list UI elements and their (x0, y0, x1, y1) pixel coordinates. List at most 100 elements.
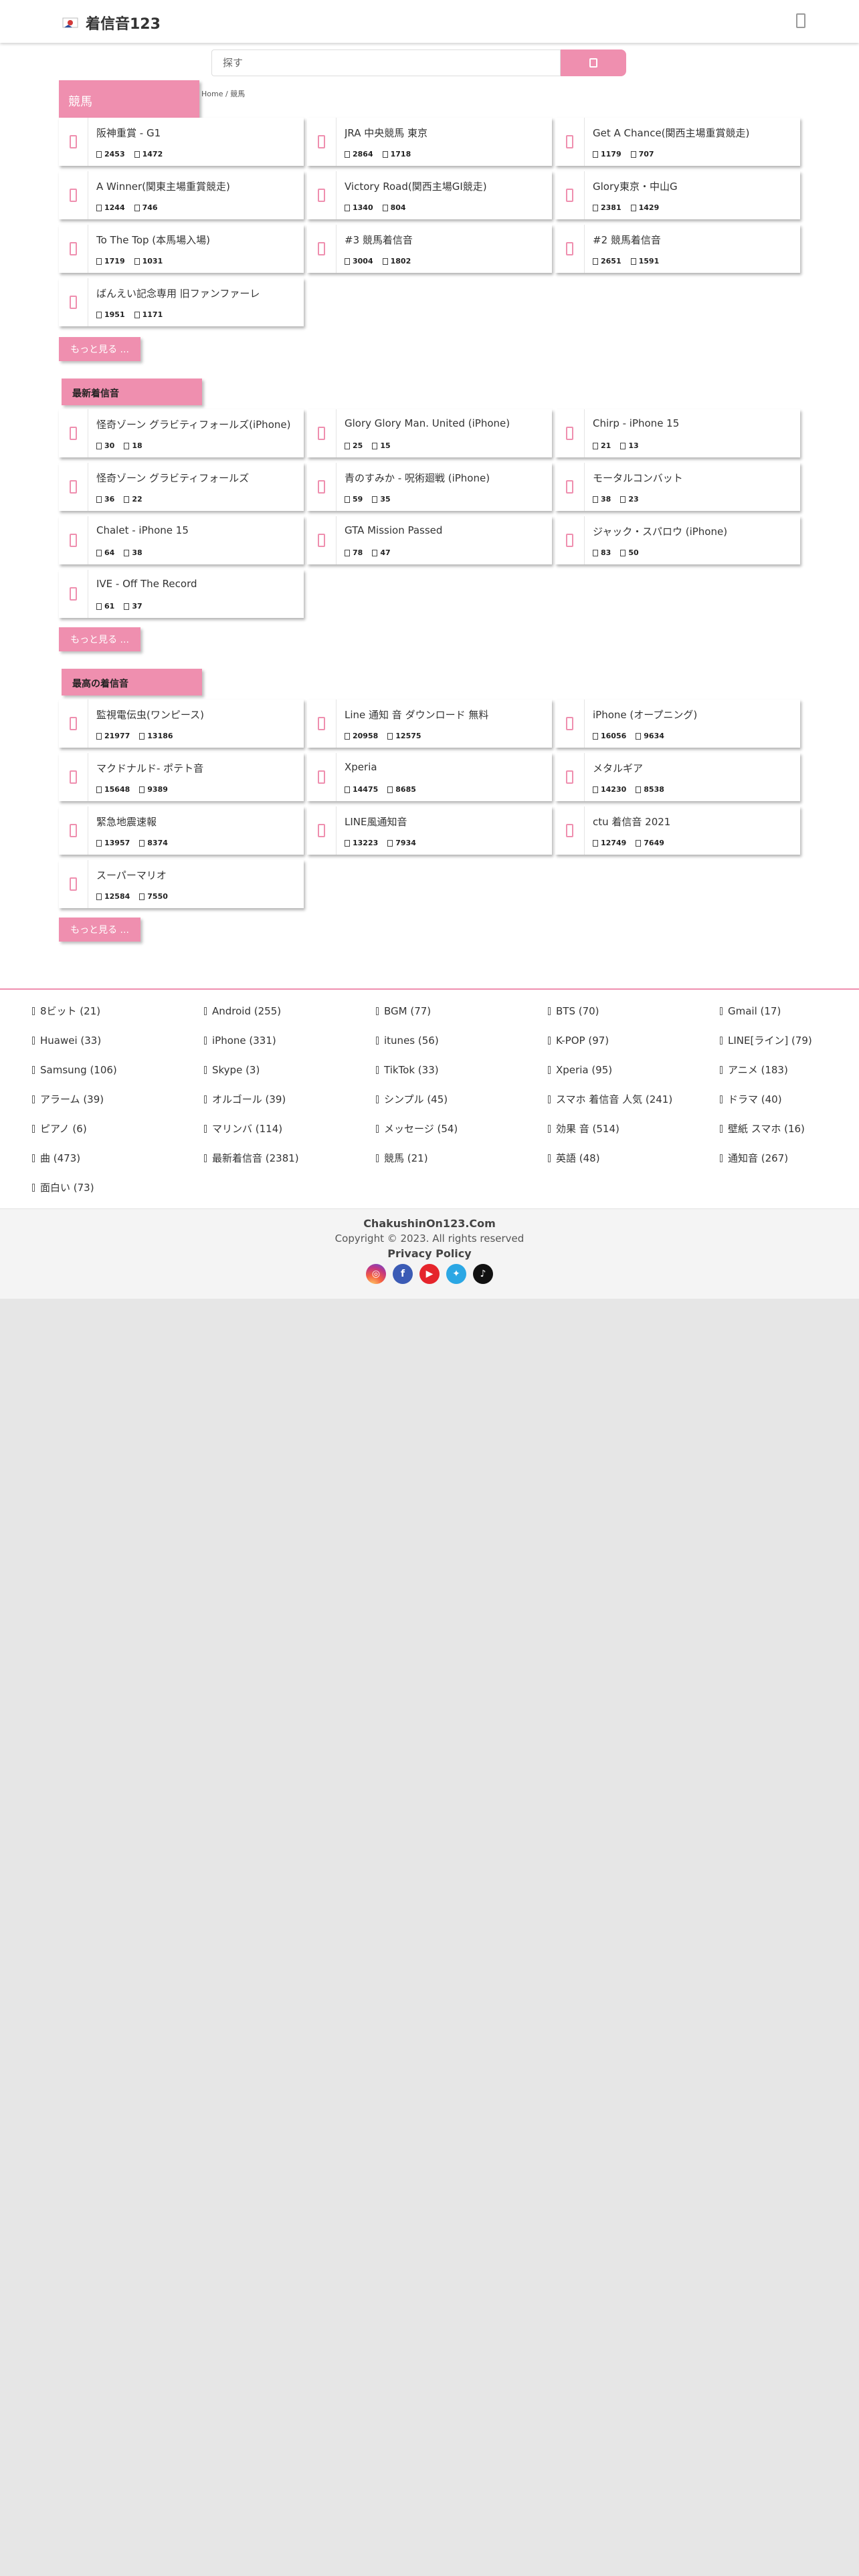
play-button[interactable] (307, 700, 337, 748)
ringtone-card[interactable]: iPhone (オープニング) 16056 9634 (555, 700, 800, 748)
category-link[interactable]: マリンバ (114) (204, 1121, 376, 1136)
ringtone-title[interactable]: #2 競馬着信音 (593, 233, 661, 247)
play-button[interactable] (59, 409, 88, 457)
category-link[interactable]: 英語 (48) (548, 1150, 720, 1166)
play-button[interactable] (307, 171, 337, 219)
category-link[interactable]: 壁紙 スマホ (16) (720, 1121, 859, 1136)
category-link[interactable]: シンプル (45) (376, 1091, 548, 1107)
category-link[interactable]: Gmail (17) (720, 1003, 859, 1018)
ringtone-card[interactable]: Glory Glory Man. United (iPhone) 25 15 (307, 409, 552, 457)
ringtone-card[interactable]: A Winner(関東主場重賞競走) 1244 746 (59, 171, 304, 219)
ringtone-title[interactable]: ばんえい記念専用 旧ファンファーレ (96, 286, 260, 300)
ringtone-title[interactable]: Glory東京・中山G (593, 179, 678, 193)
ringtone-title[interactable]: マクドナルド- ポテト音 (96, 761, 203, 775)
ringtone-title[interactable]: A Winner(関東主場重賞競走) (96, 179, 230, 193)
ringtone-card[interactable]: LINE風通知音 13223 7934 (307, 807, 552, 855)
ringtone-card[interactable]: To The Top (本馬場入場) 1719 1031 (59, 225, 304, 273)
category-link[interactable]: ピアノ (6) (32, 1121, 204, 1136)
ringtone-card[interactable]: メタルギア 14230 8538 (555, 753, 800, 801)
play-button[interactable] (59, 463, 88, 511)
play-button[interactable] (59, 516, 88, 564)
ringtone-title[interactable]: Xperia (345, 761, 377, 773)
ringtone-card[interactable]: Chirp - iPhone 15 21 13 (555, 409, 800, 457)
ringtone-card[interactable]: 怪奇ゾーン グラビティフォールズ(iPhone) 30 18 (59, 409, 304, 457)
ringtone-title[interactable]: Glory Glory Man. United (iPhone) (345, 417, 510, 429)
ringtone-card[interactable]: Glory東京・中山G 2381 1429 (555, 171, 800, 219)
category-link[interactable]: BTS (70) (548, 1003, 720, 1018)
play-button[interactable] (307, 516, 337, 564)
play-button[interactable] (555, 409, 585, 457)
category-link[interactable]: TikTok (33) (376, 1062, 548, 1077)
privacy-policy-link[interactable]: Privacy Policy (387, 1247, 471, 1260)
play-button[interactable] (555, 516, 585, 564)
ringtone-title[interactable]: モータルコンバット (593, 471, 683, 485)
play-button[interactable] (59, 860, 88, 908)
ringtone-card[interactable]: Victory Road(関西主場GI競走) 1340 804 (307, 171, 552, 219)
category-link[interactable]: Huawei (33) (32, 1033, 204, 1048)
play-button[interactable] (555, 463, 585, 511)
play-button[interactable] (307, 463, 337, 511)
ringtone-card[interactable]: Chalet - iPhone 15 64 38 (59, 516, 304, 564)
category-link[interactable]: オルゴール (39) (204, 1091, 376, 1107)
more-button[interactable]: もっと見る ... (59, 627, 140, 651)
ringtone-title[interactable]: 阪神重賞 - G1 (96, 126, 161, 140)
ringtone-title[interactable]: 緊急地震速報 (96, 815, 157, 829)
category-link[interactable]: メッセージ (54) (376, 1121, 548, 1136)
play-button[interactable] (307, 807, 337, 855)
twitter-icon[interactable]: ✦ (446, 1264, 466, 1284)
category-link[interactable]: 面白い (73) (32, 1180, 204, 1195)
play-button[interactable] (555, 753, 585, 801)
category-link[interactable]: Android (255) (204, 1003, 376, 1018)
footer-site-name[interactable]: ChakushinOn123.Com (0, 1217, 859, 1230)
play-button[interactable] (59, 118, 88, 166)
ringtone-title[interactable]: Get A Chance(関西主場重賞競走) (593, 126, 749, 140)
category-link[interactable]: 最新着信音 (2381) (204, 1150, 376, 1166)
category-link[interactable]: 競馬 (21) (376, 1150, 548, 1166)
ringtone-title[interactable]: ジャック・スパロウ (iPhone) (593, 524, 727, 538)
play-button[interactable] (555, 807, 585, 855)
category-link[interactable]: アラーム (39) (32, 1091, 204, 1107)
tiktok-icon[interactable]: ♪ (473, 1264, 493, 1284)
ringtone-card[interactable]: GTA Mission Passed 78 47 (307, 516, 552, 564)
play-button[interactable] (555, 171, 585, 219)
ringtone-title[interactable]: 怪奇ゾーン グラビティフォールズ(iPhone) (96, 417, 290, 431)
play-button[interactable] (59, 171, 88, 219)
category-link[interactable]: K-POP (97) (548, 1033, 720, 1048)
category-link[interactable]: 8ビット (21) (32, 1003, 204, 1018)
category-link[interactable]: 曲 (473) (32, 1150, 204, 1166)
ringtone-title[interactable]: iPhone (オープニング) (593, 708, 697, 722)
ringtone-title[interactable]: スーパーマリオ (96, 868, 167, 882)
play-button[interactable] (307, 409, 337, 457)
breadcrumb-home-link[interactable]: Home (201, 90, 223, 98)
play-button[interactable] (59, 570, 88, 618)
ringtone-card[interactable]: ジャック・スパロウ (iPhone) 83 50 (555, 516, 800, 564)
youtube-icon[interactable]: ▶ (419, 1264, 440, 1284)
play-button[interactable] (307, 753, 337, 801)
category-link[interactable]: iPhone (331) (204, 1033, 376, 1048)
ringtone-title[interactable]: Line 通知 音 ダウンロード 無料 (345, 708, 488, 722)
ringtone-card[interactable]: マクドナルド- ポテト音 15648 9389 (59, 753, 304, 801)
play-button[interactable] (555, 118, 585, 166)
category-link[interactable]: itunes (56) (376, 1033, 548, 1048)
search-input[interactable] (211, 49, 561, 76)
ringtone-title[interactable]: LINE風通知音 (345, 815, 407, 829)
category-link[interactable]: 効果 音 (514) (548, 1121, 720, 1136)
category-link[interactable]: Samsung (106) (32, 1062, 204, 1077)
search-button[interactable] (561, 49, 626, 76)
ringtone-card[interactable]: IVE - Off The Record 61 37 (59, 570, 304, 618)
ringtone-card[interactable]: 青のすみか - 呪術廻戦 (iPhone) 59 35 (307, 463, 552, 511)
ringtone-title[interactable]: 青のすみか - 呪術廻戦 (iPhone) (345, 471, 490, 485)
ringtone-card[interactable]: スーパーマリオ 12584 7550 (59, 860, 304, 908)
ringtone-title[interactable]: GTA Mission Passed (345, 524, 442, 536)
ringtone-card[interactable]: Xperia 14475 8685 (307, 753, 552, 801)
category-link[interactable]: Xperia (95) (548, 1062, 720, 1077)
play-button[interactable] (555, 225, 585, 273)
more-button[interactable]: もっと見る ... (59, 918, 140, 942)
ringtone-card[interactable]: 監視電伝虫(ワンピース) 21977 13186 (59, 700, 304, 748)
play-button[interactable] (555, 700, 585, 748)
ringtone-title[interactable]: ctu 着信音 2021 (593, 815, 670, 829)
ringtone-title[interactable]: #3 競馬着信音 (345, 233, 413, 247)
ringtone-card[interactable]: JRA 中央競馬 東京 2864 1718 (307, 118, 552, 166)
category-link[interactable]: LINE[ライン] (79) (720, 1033, 859, 1048)
ringtone-title[interactable]: Victory Road(関西主場GI競走) (345, 179, 487, 193)
